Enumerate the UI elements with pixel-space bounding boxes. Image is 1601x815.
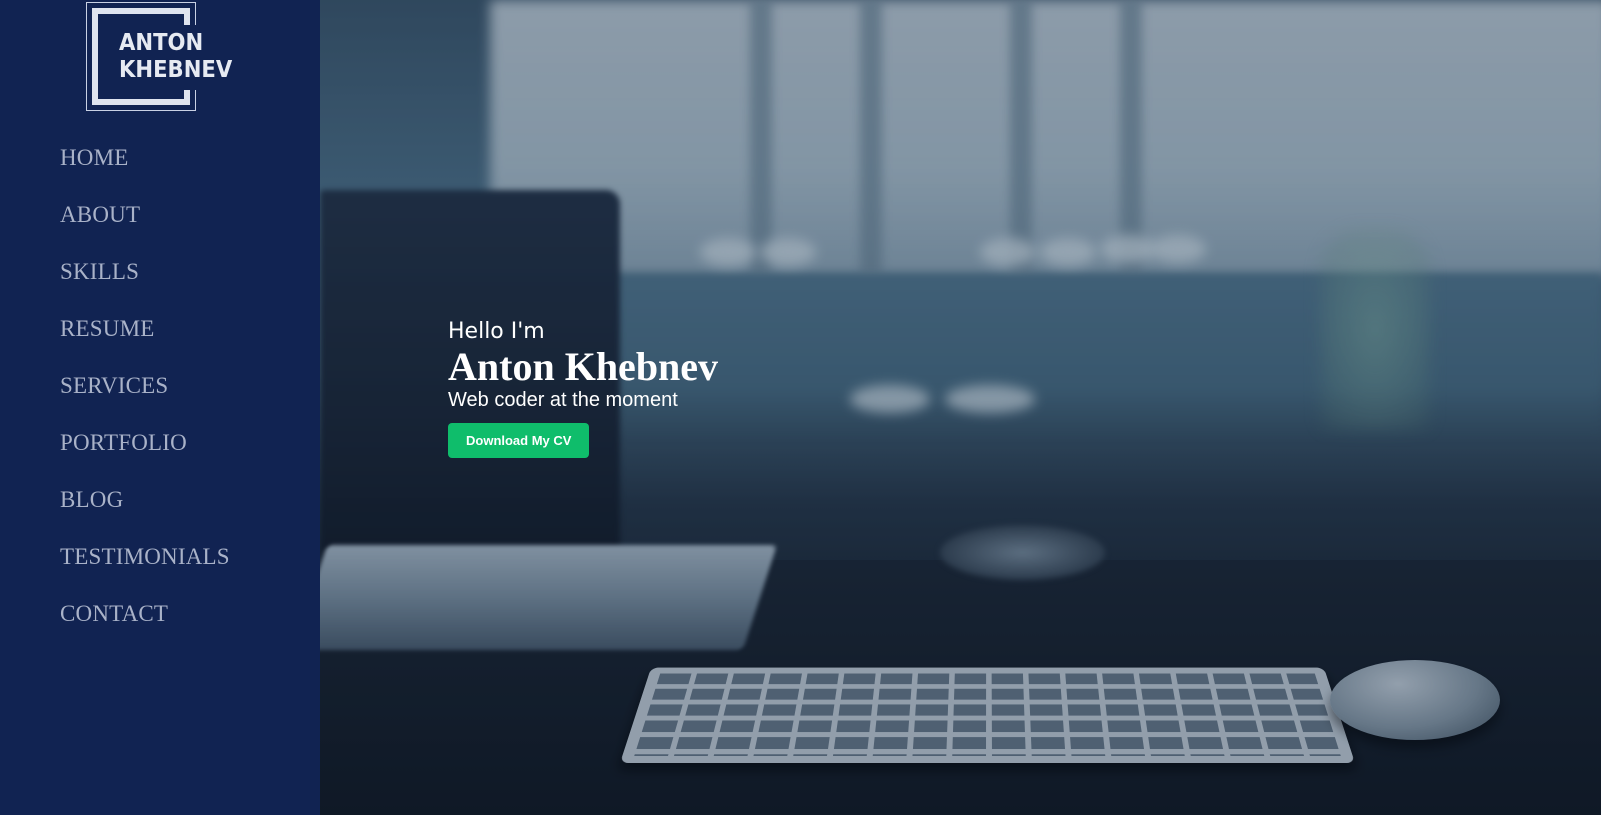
nav-item-contact[interactable]: CONTACT [60, 599, 230, 656]
page: ANTON KHEBNEV HOME ABOUT SKILLS RESUME S… [0, 0, 1601, 815]
nav-item-about[interactable]: ABOUT [60, 200, 230, 257]
logo[interactable]: ANTON KHEBNEV [86, 2, 232, 111]
download-cv-button[interactable]: Download My CV [448, 423, 590, 458]
hero-tagline: Web coder at the moment [448, 389, 678, 411]
nav-item-skills[interactable]: SKILLS [60, 257, 230, 314]
nav-item-services[interactable]: SERVICES [60, 371, 230, 428]
nav-item-testimonials[interactable]: TESTIMONIALS [60, 542, 230, 599]
logo-text: ANTON KHEBNEV [119, 30, 232, 84]
hero-intro: Hello I'm Anton Khebnev Web coder at the… [448, 318, 718, 458]
nav-item-resume[interactable]: RESUME [60, 314, 230, 371]
hero-name: Anton Khebnev [448, 344, 719, 389]
hero-section: Hello I'm Anton Khebnev Web coder at the… [320, 0, 1601, 815]
main-nav: HOME ABOUT SKILLS RESUME SERVICES PORTFO… [60, 143, 230, 656]
nav-item-home[interactable]: HOME [60, 143, 230, 200]
nav-item-portfolio[interactable]: PORTFOLIO [60, 428, 230, 485]
nav-item-blog[interactable]: BLOG [60, 485, 230, 542]
logo-line-1: ANTON [119, 30, 204, 56]
logo-line-2: KHEBNEV [119, 57, 233, 83]
sidebar: ANTON KHEBNEV HOME ABOUT SKILLS RESUME S… [0, 0, 320, 815]
hero-greeting: Hello I'm [448, 319, 545, 344]
